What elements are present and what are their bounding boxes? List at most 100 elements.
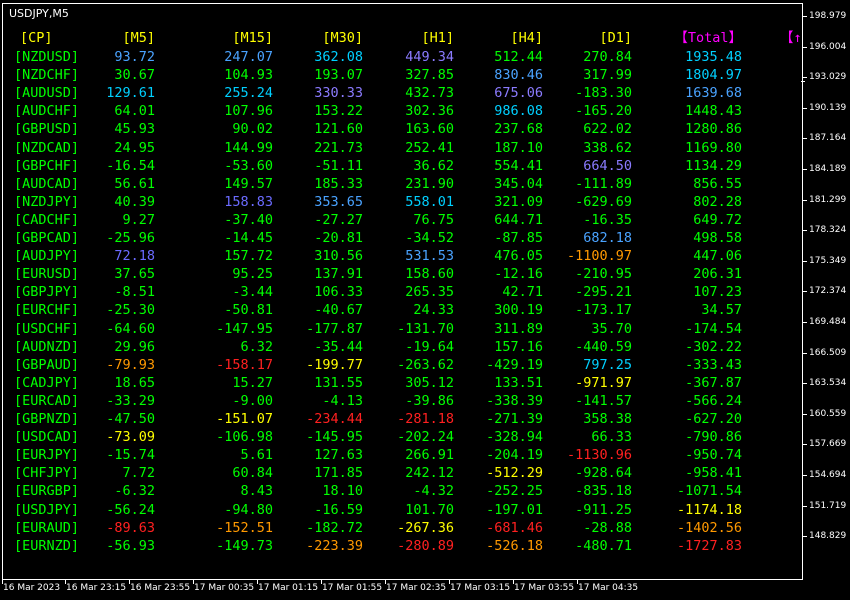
strength-value-m5: -79.93 [106,356,155,373]
strength-value-m5: 30.67 [114,67,155,84]
strength-value-h4: 675.06 [494,85,543,102]
strength-value-m5: -33.29 [106,392,155,409]
strength-value-total: 856.55 [693,175,742,192]
price-tick [803,536,807,538]
strength-value-d1: -295.21 [575,284,632,301]
price-tick [803,383,807,385]
strength-value-h4: 321.09 [494,193,543,210]
strength-value-d1: -971.97 [575,374,632,391]
strength-value-m5: -15.74 [106,447,155,464]
strength-value-m15: -147.95 [216,320,273,337]
strength-value-h4: 476.05 [494,248,543,265]
currency-pair-label: [USDCAD] [14,429,80,446]
currency-pair-label: [EURJPY] [14,447,80,464]
price-tick [803,199,807,201]
strength-value-d1: -440.59 [575,338,632,355]
strength-value-h1: -131.70 [397,320,454,337]
strength-value-h4: -681.46 [486,519,543,536]
currency-pair-label: [USDCHF] [14,320,80,337]
strength-value-m15: 95.25 [232,266,273,283]
strength-value-h1: 558.01 [405,193,454,210]
strength-value-d1: 35.70 [591,320,632,337]
price-tick [803,475,807,476]
strength-value-m5: 9.27 [122,211,155,228]
strength-value-h4: 830.46 [494,67,543,84]
strength-value-total: 107.23 [693,284,742,301]
currency-pair-label: [CADCHF] [14,211,80,228]
currency-pair-label: [EURGBP] [14,483,80,500]
strength-value-m15: -151.07 [216,411,273,427]
strength-value-d1: -1100.97 [566,248,632,265]
strength-value-m30: 353.65 [314,193,363,210]
column-header: [M30] [322,30,363,46]
strength-value-h4: -338.39 [486,392,543,409]
currency-pair-label: [AUDUSD] [14,85,80,102]
strength-value-m5: -47.50 [106,411,155,427]
strength-value-total: -174.54 [685,320,742,337]
price-tick [803,260,807,262]
strength-value-h4: 133.51 [494,374,543,391]
strength-value-total: -333.43 [685,356,742,373]
strength-value-m30: -16.59 [314,501,363,518]
strength-value-m5: -8.51 [114,284,155,301]
strength-value-m30: -35.44 [314,338,363,355]
currency-pair-label: [AUDNZD] [14,338,80,355]
strength-value-h4: 554.41 [494,157,543,174]
strength-value-m5: 93.72 [114,49,155,65]
strength-value-m15: 5.61 [240,447,273,464]
price-label: 184.189 [809,164,847,174]
strength-value-m30: 221.73 [314,139,363,156]
price-label: 160.559 [809,408,847,419]
strength-value-m15: 157.72 [224,248,273,265]
chart-area[interactable]: USDJPY,M5 [CP] [M5] [M15] [M30] [H1] [H4] [D1]… [2,3,803,580]
strength-value-h4: 300.19 [494,302,543,319]
strength-value-m15: 60.84 [232,465,273,482]
strength-value-h1: 242.12 [405,465,454,482]
strength-value-h4: -204.19 [486,447,543,464]
strength-value-total: 649.72 [693,211,742,228]
strength-value-total: -790.86 [685,429,742,446]
strength-value-h4: 237.68 [494,121,543,138]
strength-value-m15: -158.17 [216,356,273,373]
strength-value-m30: -145.95 [306,429,363,446]
strength-value-m30: 106.33 [314,284,363,301]
strength-value-h1: 302.36 [405,103,454,120]
price-label: 169.484 [809,317,847,327]
price-label: 181.299 [809,194,847,205]
price-label: 190.139 [809,102,847,113]
strength-value-m5: 129.61 [106,85,155,102]
strength-value-total: -950.74 [685,447,742,464]
price-label: 187.164 [809,133,847,144]
strength-value-h4: 986.08 [494,103,543,120]
strength-value-m30: 310.56 [314,248,363,265]
strength-value-m30: -177.87 [306,320,363,337]
price-tick [803,444,807,446]
strength-value-d1: -480.71 [575,537,632,554]
strength-value-h4: -429.19 [486,356,543,373]
strength-value-m30: 127.63 [314,447,363,464]
strength-value-m5: 37.65 [114,266,155,283]
strength-value-m15: 255.24 [224,85,273,102]
column-header: [M15] [232,30,273,46]
strength-value-m30: 171.85 [314,465,363,482]
price-axis[interactable]: 198.979 196.004 193.029 190.139 187.164 184.1… [803,0,850,580]
column-header: 【↑ [780,30,802,46]
currency-pair-label: [EURAUD] [14,519,80,536]
strength-value-total: 206.31 [693,266,742,283]
strength-value-h1: -280.89 [397,537,454,554]
strength-value-m5: 64.01 [114,103,155,120]
price-tick [803,322,807,323]
strength-value-m30: -51.11 [314,157,363,174]
strength-value-total: 1639.68 [685,85,742,102]
strength-value-m30: 121.60 [314,121,363,138]
currency-pair-label: [GBPCAD] [14,230,80,246]
strength-value-total: -566.24 [685,392,742,409]
time-axis[interactable]: 16 Mar 2023 16 Mar 23:15 16 Mar 23:55 17 Ma… [0,580,803,600]
strength-value-m30: 131.55 [314,374,363,391]
strength-value-h1: 252.41 [405,139,454,156]
strength-value-m30: 18.10 [322,483,363,500]
strength-value-m15: -53.60 [224,157,273,174]
strength-value-m30: -182.72 [306,519,363,536]
strength-value-h1: 101.70 [405,501,454,518]
currency-pair-label: [GBPJPY] [14,284,80,301]
